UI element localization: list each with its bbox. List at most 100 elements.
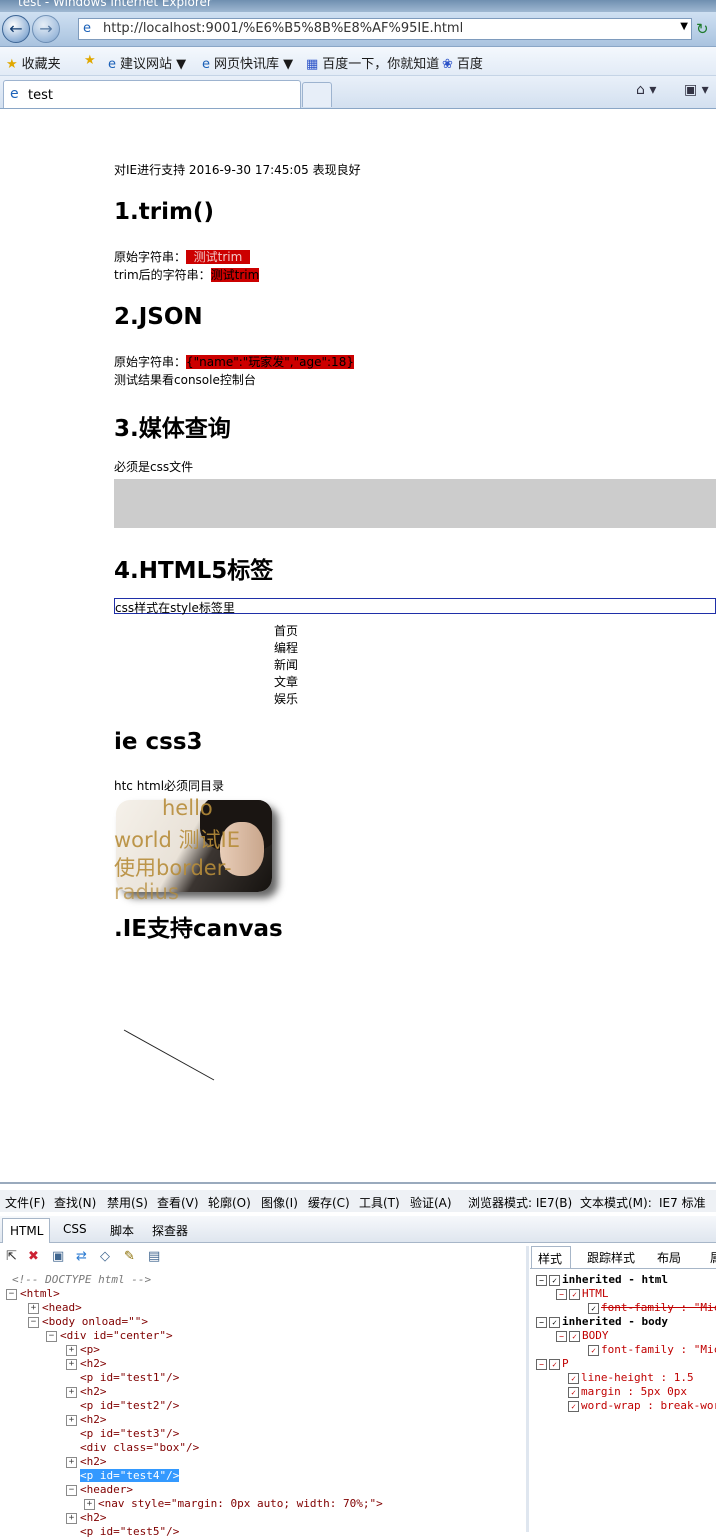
tree-node-html[interactable]: − <html> bbox=[6, 1287, 60, 1300]
style-tabs: 样式 跟踪样式 布局 属 bbox=[530, 1246, 716, 1269]
rule-body[interactable]: − ✓ BODY bbox=[556, 1329, 609, 1342]
rule-p[interactable]: − ✓ P bbox=[536, 1357, 569, 1370]
menu-cache[interactable]: 缓存(C) bbox=[308, 1194, 350, 1211]
prop-word-wrap[interactable]: ✓ word-wrap : break-word bbox=[568, 1399, 716, 1412]
tree-node-h2[interactable]: + <h2> bbox=[66, 1511, 107, 1524]
css3-heading: ie css3 bbox=[114, 729, 203, 755]
save-icon[interactable]: ▣ bbox=[52, 1249, 64, 1264]
tab-css[interactable]: CSS bbox=[63, 1222, 87, 1236]
nav-item-entertainment[interactable]: 娱乐 bbox=[274, 690, 298, 707]
fav-item-suggested-sites[interactable]: e 建议网站 ▼ bbox=[108, 53, 186, 72]
tree-node-h2[interactable]: + <h2> bbox=[66, 1385, 107, 1398]
tree-node-p-test1[interactable]: <p id="test1"/> bbox=[80, 1371, 179, 1384]
nav-item-news[interactable]: 新闻 bbox=[274, 656, 298, 673]
prop-line-height[interactable]: ✓ line-height : 1.5 bbox=[568, 1371, 694, 1384]
menu-validate[interactable]: 验证(A) bbox=[410, 1194, 452, 1211]
menu-document-mode[interactable]: 文本模式(M): bbox=[580, 1194, 652, 1211]
menu-view[interactable]: 查看(V) bbox=[157, 1194, 199, 1211]
tab-profiler[interactable]: 探查器 bbox=[152, 1222, 188, 1239]
image-overlay-line: 使用border- bbox=[114, 856, 232, 880]
json-heading: 2.JSON bbox=[114, 304, 203, 330]
address-bar[interactable]: e http://localhost:9001/%E6%B5%8B%E8%AF%… bbox=[78, 18, 692, 40]
menu-disable[interactable]: 禁用(S) bbox=[107, 1194, 148, 1211]
nav-item-home[interactable]: 首页 bbox=[274, 622, 298, 639]
menu-find[interactable]: 查找(N) bbox=[54, 1194, 96, 1211]
menu-file[interactable]: 文件(F) bbox=[5, 1194, 45, 1211]
fav-item-web-slice[interactable]: e 网页快讯库 ▼ bbox=[202, 53, 293, 72]
tree-node-h2[interactable]: + <h2> bbox=[66, 1455, 107, 1468]
tree-node-h2[interactable]: + <h2> bbox=[66, 1413, 107, 1426]
menu-tools[interactable]: 工具(T) bbox=[359, 1194, 400, 1211]
tree-node-head[interactable]: + <head> bbox=[28, 1301, 82, 1314]
tab-attributes[interactable]: 属 bbox=[710, 1249, 716, 1266]
favorites-bar: ★ 收藏夹 ★ e 建议网站 ▼ e 网页快讯库 ▼ ▦ 百度一下，你就知道 ❀ 百度 bbox=[0, 47, 716, 76]
panel-splitter[interactable] bbox=[526, 1246, 529, 1532]
tree-node-nav[interactable]: + <nav style="margin: 0px auto; width: 70… bbox=[84, 1497, 383, 1510]
window-titlebar: test - Windows Internet Explorer bbox=[0, 0, 716, 12]
devtools-toolbar: ⇱ ✖ ▣ ⇄ ◇ ✎ ▤ bbox=[0, 1246, 526, 1268]
json-original-value: {"name":"玩家发","age":18} bbox=[186, 355, 354, 369]
menu-images[interactable]: 图像(I) bbox=[261, 1194, 298, 1211]
tab-style[interactable]: 样式 bbox=[531, 1246, 571, 1268]
refresh-icon[interactable]: ↻ bbox=[696, 20, 709, 38]
view-source-icon[interactable]: ◇ bbox=[100, 1249, 110, 1264]
tree-node-header[interactable]: − <header> bbox=[66, 1483, 133, 1496]
fav-item-label: 百度一下，你就知道 bbox=[322, 57, 440, 72]
star-icon: ★ bbox=[6, 57, 18, 72]
prop-body-font-family[interactable]: ✓ font-family : "Micr bbox=[588, 1343, 716, 1356]
home-icon[interactable]: ⌂ ▾ bbox=[636, 82, 656, 98]
tab-style-label: 样式 bbox=[538, 1252, 563, 1266]
devtools-tabs: HTML CSS 脚本 探查器 bbox=[0, 1216, 716, 1243]
tab-html[interactable]: HTML bbox=[2, 1218, 50, 1243]
edit-icon[interactable]: ✎ bbox=[124, 1249, 135, 1264]
trim-after-line: trim后的字符串：测试trim bbox=[114, 266, 260, 283]
tree-node-p-test4-selected[interactable]: <p id="test4"/> bbox=[80, 1469, 180, 1482]
add-favorite-icon[interactable]: ★ bbox=[84, 53, 100, 68]
nav-item-programming[interactable]: 编程 bbox=[274, 639, 298, 656]
fav-item-label: 百度 bbox=[456, 57, 483, 72]
clear-icon[interactable]: ✖ bbox=[28, 1249, 39, 1264]
feeds-icon[interactable]: ▣ ▾ bbox=[684, 82, 709, 98]
new-tab-button[interactable] bbox=[302, 82, 332, 107]
tree-node-div-box[interactable]: <div class="box"/> bbox=[80, 1441, 199, 1454]
favorites-button[interactable]: ★ 收藏夹 bbox=[6, 53, 61, 72]
baidu-icon: ▦ bbox=[306, 57, 319, 72]
rule-inherited-body[interactable]: − ✓ inherited - body bbox=[536, 1315, 668, 1328]
page-content: 对IE进行支持 2016-9-30 17:45:05 表现良好 1.trim()… bbox=[0, 110, 716, 1182]
prop-html-font-family[interactable]: ✓ font-family : "Micr bbox=[588, 1301, 716, 1314]
fav-item-baidu[interactable]: ❀ 百度 bbox=[442, 53, 483, 72]
refresh-dom-icon[interactable]: ⇄ bbox=[76, 1249, 87, 1264]
prop-margin[interactable]: ✓ margin : 5px 0px bbox=[568, 1385, 687, 1398]
menu-outline[interactable]: 轮廓(O) bbox=[208, 1194, 251, 1211]
address-input[interactable]: http://localhost:9001/%E6%B5%8B%E8%AF%95… bbox=[103, 21, 463, 36]
window-title: test - Windows Internet Explorer bbox=[18, 0, 212, 9]
select-element-icon[interactable]: ⇱ bbox=[6, 1249, 17, 1264]
page-icon: e bbox=[83, 21, 91, 36]
tab-script[interactable]: 脚本 bbox=[110, 1222, 134, 1239]
tree-node-h2[interactable]: + <h2> bbox=[66, 1357, 107, 1370]
tab-trace-styles[interactable]: 跟踪样式 bbox=[587, 1249, 635, 1266]
tab-test[interactable]: e test bbox=[3, 80, 301, 108]
trim-original-value: 测试trim bbox=[186, 250, 250, 264]
tree-node-p-test3[interactable]: <p id="test3"/> bbox=[80, 1427, 179, 1440]
back-arrow-icon[interactable]: ← bbox=[2, 15, 30, 43]
menu-browser-mode[interactable]: 浏览器模式: IE7(B) bbox=[468, 1194, 572, 1211]
tab-layout[interactable]: 布局 bbox=[657, 1249, 681, 1266]
tree-node-doctype[interactable]: <!-- DOCTYPE html --> bbox=[12, 1273, 151, 1286]
rule-inherited-html[interactable]: − ✓ inherited - html bbox=[536, 1273, 668, 1286]
fav-item-baidu-search[interactable]: ▦ 百度一下，你就知道 bbox=[306, 53, 439, 72]
tree-node-body[interactable]: − <body onload=""> bbox=[28, 1315, 148, 1328]
nav-item-articles[interactable]: 文章 bbox=[274, 673, 298, 690]
ie-icon: e bbox=[108, 57, 116, 72]
tree-node-div-center[interactable]: − <div id="center"> bbox=[46, 1329, 173, 1342]
ie-icon: e bbox=[10, 86, 19, 102]
tree-node-p-test5[interactable]: <p id="test5"/> bbox=[80, 1525, 179, 1538]
chevron-down-icon[interactable]: ▼ bbox=[680, 21, 688, 32]
tree-node-p[interactable]: + <p> bbox=[66, 1343, 100, 1356]
document-mode-value[interactable]: IE7 标准 bbox=[659, 1194, 706, 1211]
forward-arrow-icon[interactable]: → bbox=[32, 15, 60, 43]
word-wrap-icon[interactable]: ▤ bbox=[148, 1249, 160, 1264]
rule-html[interactable]: − ✓ HTML bbox=[556, 1287, 609, 1300]
tree-node-p-test2[interactable]: <p id="test2"/> bbox=[80, 1399, 179, 1412]
json-note: 测试结果看console控制台 bbox=[114, 373, 256, 387]
